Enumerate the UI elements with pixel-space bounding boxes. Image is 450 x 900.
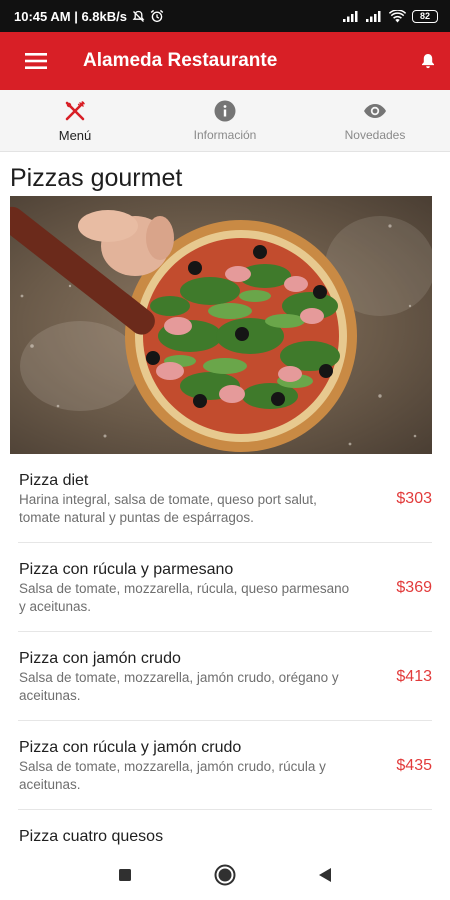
item-name: Pizza cuatro quesos [19,828,164,845]
cutlery-icon [64,99,86,123]
recents-button[interactable] [111,861,139,889]
status-bar: 10:45 AM | 6.8kB/s 82 [0,0,450,32]
signal-icon [343,10,360,22]
wifi-icon [388,8,407,23]
item-description: Salsa de tomate, mozzarella, jamón crudo… [19,759,326,792]
item-price: $369 [396,579,432,596]
list-item[interactable]: Pizza con rúcula y parmesano Salsa de to… [18,543,432,632]
back-button[interactable] [311,861,339,889]
item-name: Pizza con jamón crudo [19,650,181,667]
home-icon [214,864,236,886]
item-price: $435 [396,757,432,774]
signal-icon [366,10,383,22]
item-description: Salsa de tomate, mozzarella, rúcula, que… [19,581,350,614]
eye-icon [363,99,387,123]
app-bar: Alameda Restaurante [0,32,450,90]
system-nav-bar [0,850,450,900]
battery-icon: 82 [412,9,438,23]
info-icon [214,99,236,123]
tab-menu-label: Menú [58,128,92,143]
app-title: Alameda Restaurante [83,50,278,71]
item-name: Pizza con rúcula y jamón crudo [19,739,242,756]
hamburger-menu-button[interactable] [13,32,59,90]
status-time: 10:45 AM | 6.8kB/s [14,8,127,24]
notifications-button[interactable] [408,32,448,90]
item-price: $413 [396,668,432,685]
item-description: Salsa de tomate, mozzarella, jamón crudo… [19,670,339,703]
item-name: Pizza diet [19,472,89,489]
back-icon [319,868,331,882]
alarm-icon [150,9,164,23]
tab-news[interactable]: Novedades [300,90,450,151]
notification-muted-icon [132,10,145,23]
list-item[interactable]: Pizza cuatro quesos [18,810,432,850]
item-description: Harina integral, salsa de tomate, queso … [19,492,317,525]
pizza-image [10,196,432,454]
section-title: Pizzas gourmet [10,164,183,192]
home-button[interactable] [211,861,239,889]
list-item[interactable]: Pizza con rúcula y jamón crudo Salsa de … [18,721,432,810]
menu-content[interactable]: Pizzas gourmet Pizza diet Harina integra… [0,152,450,850]
hamburger-icon [25,53,47,69]
tab-menu[interactable]: Menú [0,90,150,151]
menu-list: Pizza diet Harina integral, salsa de tom… [0,454,450,850]
bell-icon [422,54,434,69]
list-item[interactable]: Pizza diet Harina integral, salsa de tom… [18,454,432,543]
item-name: Pizza con rúcula y parmesano [19,561,234,578]
item-price: $303 [396,490,432,507]
tab-bar: Menú Información Novedades [0,90,450,152]
recents-icon [119,869,131,881]
tab-news-label: Novedades [344,128,406,142]
list-item[interactable]: Pizza con jamón crudo Salsa de tomate, m… [18,632,432,721]
tab-information-label: Información [193,128,257,142]
tab-information[interactable]: Información [150,90,300,151]
